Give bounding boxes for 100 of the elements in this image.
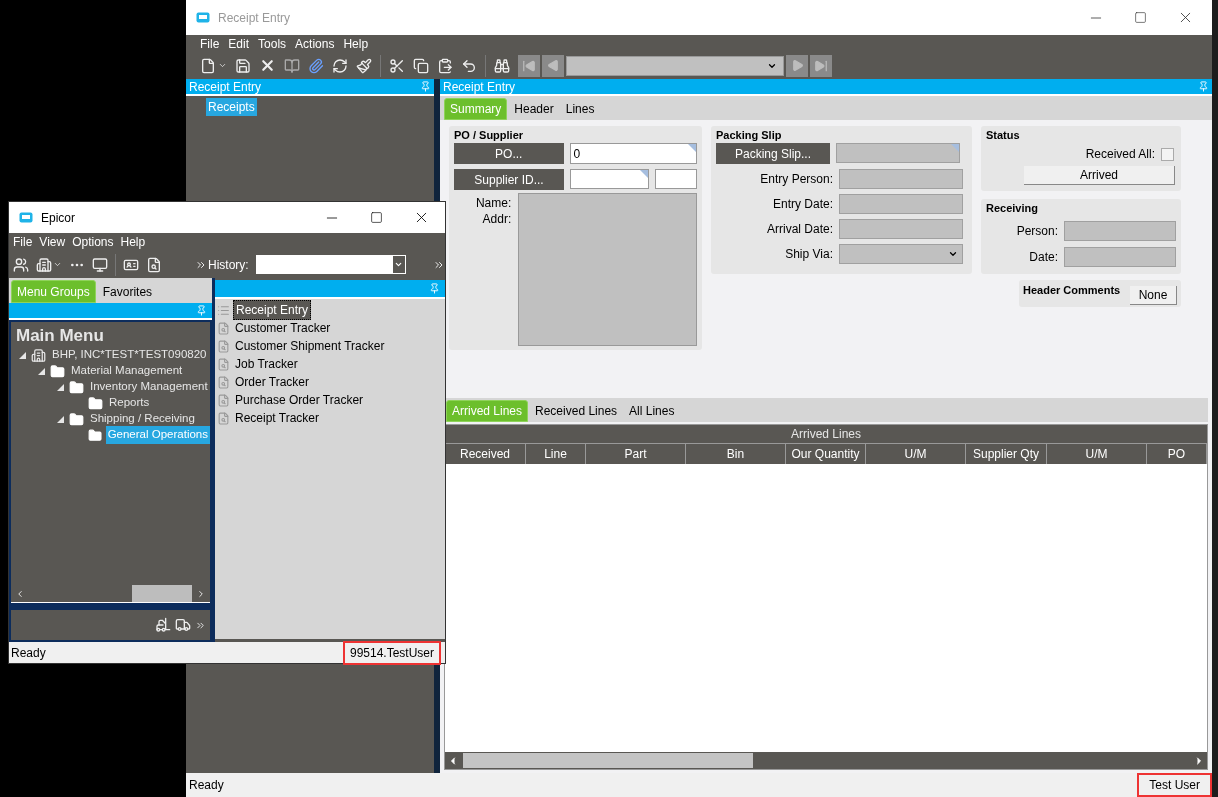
- tree-item[interactable]: BHP, INC*TEST*TEST090820: [50, 346, 209, 364]
- dropdown-field[interactable]: [839, 244, 963, 264]
- menu-item[interactable]: Help: [343, 34, 369, 53]
- app-icon: [196, 12, 210, 23]
- tree-item[interactable]: Reports: [107, 394, 152, 412]
- column-header[interactable]: U/M: [866, 444, 966, 464]
- search-icon[interactable]: [146, 256, 162, 273]
- arrived-button[interactable]: Arrived: [1024, 166, 1175, 185]
- group-title: PO / Supplier: [454, 128, 525, 142]
- tab[interactable]: Favorites: [97, 280, 158, 303]
- users-icon[interactable]: [13, 256, 29, 273]
- supplier-id-button[interactable]: Supplier ID...: [454, 169, 565, 190]
- search-document-icon: [217, 339, 230, 353]
- tab[interactable]: All Lines: [624, 400, 680, 422]
- field-label: Ship Via:: [785, 246, 833, 263]
- caret-icon: [394, 260, 404, 269]
- brush-icon[interactable]: [356, 57, 372, 74]
- cut-icon[interactable]: [389, 57, 405, 74]
- column-header[interactable]: Line: [526, 444, 586, 464]
- menu-item[interactable]: Actions: [295, 34, 335, 53]
- tab[interactable]: Header: [509, 98, 559, 120]
- checkbox[interactable]: [1161, 147, 1174, 161]
- group-title: Receiving: [986, 201, 1039, 215]
- monitor-icon[interactable]: [92, 256, 108, 273]
- tree-item[interactable]: Inventory Management: [88, 378, 210, 396]
- splitter-handle[interactable]: [11, 602, 210, 610]
- menu-item[interactable]: File: [13, 233, 33, 251]
- program-item[interactable]: Customer Shipment Tracker: [233, 337, 387, 355]
- menu-item[interactable]: Edit: [228, 34, 250, 53]
- paperclip-icon[interactable]: [308, 57, 324, 74]
- last-record-button[interactable]: [810, 54, 832, 77]
- po-button[interactable]: PO...: [454, 143, 564, 164]
- text-field[interactable]: [655, 169, 697, 189]
- triangle-left-icon: [546, 59, 560, 72]
- folder-icon: [87, 427, 102, 443]
- text-field[interactable]: [1064, 247, 1176, 267]
- packing-slip-button[interactable]: Packing Slip...: [716, 143, 830, 164]
- column-header[interactable]: PO: [1147, 444, 1207, 464]
- supplier-id-field[interactable]: [570, 169, 650, 189]
- scroll-right-icon[interactable]: [196, 588, 206, 599]
- tab[interactable]: Lines: [560, 98, 600, 120]
- grid-title: Arrived Lines: [445, 425, 1207, 444]
- refresh-icon[interactable]: [332, 57, 348, 74]
- column-header[interactable]: U/M: [1047, 444, 1147, 464]
- column-header[interactable]: Our Quantity: [786, 444, 866, 464]
- corner-marker-icon: [688, 144, 696, 152]
- menu-item[interactable]: Options: [72, 233, 114, 251]
- comments-button[interactable]: None: [1130, 286, 1177, 305]
- expand-triangle-icon[interactable]: [57, 383, 64, 391]
- expand-triangle-icon[interactable]: [38, 367, 45, 375]
- expand-triangle-icon[interactable]: [19, 351, 26, 359]
- caret-icon[interactable]: [218, 61, 227, 70]
- search-icon[interactable]: [494, 57, 510, 74]
- expand-triangle-icon[interactable]: [57, 415, 64, 423]
- program-item[interactable]: Purchase Order Tracker: [233, 391, 366, 409]
- forklift-icon[interactable]: [155, 617, 171, 633]
- column-header[interactable]: Supplier Qty: [966, 444, 1047, 464]
- field-label: History:: [208, 256, 249, 274]
- copy-icon[interactable]: [413, 57, 429, 74]
- tree-item[interactable]: Shipping / Receiving: [88, 410, 197, 428]
- previous-record-button[interactable]: [542, 54, 564, 77]
- program-item[interactable]: Receipt Entry: [233, 300, 312, 320]
- text-field[interactable]: [839, 219, 963, 239]
- text-field[interactable]: [1064, 221, 1176, 241]
- program-item[interactable]: Receipt Tracker: [233, 409, 322, 427]
- program-item[interactable]: Customer Tracker: [233, 319, 333, 337]
- text-field[interactable]: [836, 143, 960, 163]
- menu-item[interactable]: Help: [120, 233, 146, 251]
- po-field[interactable]: 0: [569, 143, 697, 164]
- program-item[interactable]: Order Tracker: [233, 373, 311, 391]
- panel-title: Receipt Entry: [189, 78, 262, 96]
- column-header[interactable]: Part: [586, 444, 686, 464]
- text-field[interactable]: [839, 169, 963, 189]
- record-dropdown[interactable]: [566, 55, 784, 76]
- caret-icon[interactable]: [53, 260, 62, 269]
- first-record-button[interactable]: [518, 54, 540, 77]
- truck-icon[interactable]: [175, 617, 191, 633]
- column-header[interactable]: Bin: [686, 444, 786, 464]
- next-record-button[interactable]: [786, 54, 808, 77]
- delete-icon[interactable]: [259, 57, 276, 74]
- text-field[interactable]: [839, 194, 963, 214]
- menu-item[interactable]: File: [200, 34, 220, 53]
- building-icon[interactable]: [36, 256, 52, 273]
- maximize-icon[interactable]: [1134, 11, 1147, 24]
- menu-item[interactable]: Tools: [258, 34, 287, 53]
- folder-icon: [50, 363, 65, 379]
- address-field[interactable]: [518, 193, 697, 346]
- tree-item[interactable]: Material Management: [69, 362, 185, 380]
- horizontal-scrollbar[interactable]: [445, 752, 1207, 769]
- book-icon[interactable]: [284, 57, 300, 74]
- menu-item[interactable]: View: [39, 233, 66, 251]
- new-file-icon[interactable]: [200, 57, 216, 74]
- scroll-left-icon[interactable]: [15, 588, 25, 599]
- history-dropdown[interactable]: [255, 255, 406, 274]
- save-icon[interactable]: [235, 57, 251, 74]
- maximize-icon[interactable]: [370, 211, 383, 224]
- undo-icon[interactable]: [461, 57, 477, 74]
- paste-icon[interactable]: [437, 57, 453, 74]
- program-item[interactable]: Job Tracker: [233, 355, 300, 373]
- tab[interactable]: Received Lines: [530, 400, 623, 422]
